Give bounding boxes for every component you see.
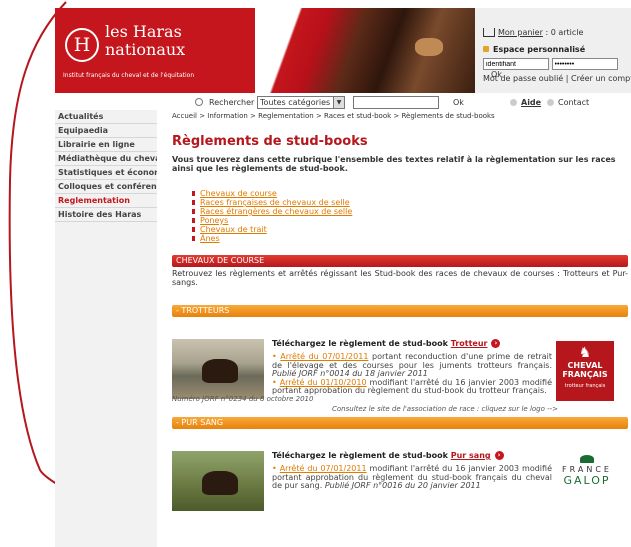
list-item: Ânes (192, 234, 628, 243)
pur-arrete-1-journal: Publié JORF n°0016 du 20 janvier 2011 (324, 481, 481, 491)
category-selected: Toutes catégories (260, 98, 331, 107)
logo-sub: trotteur français (564, 383, 606, 389)
horse-shape (202, 471, 238, 495)
trotteurs-section: Téléchargez le règlement de stud-book Tr… (172, 329, 628, 417)
pursang-download: Téléchargez le règlement de stud-book Pu… (272, 451, 504, 460)
contact-link[interactable]: Contact (547, 98, 589, 107)
anchor-races-etrangeres[interactable]: Races étrangères de chevaux de selle (200, 207, 352, 216)
page-title: Règlements de stud-books (172, 134, 368, 149)
brand-name: les Haras nationaux (105, 23, 185, 59)
account-links: Mot de passe oublié | Créer un compte (483, 74, 631, 83)
cart-icon (483, 28, 495, 37)
cart-count: : 0 article (545, 28, 584, 37)
search-ok-button[interactable]: Ok (453, 98, 464, 107)
espace-heading: Espace personnalisé (483, 45, 585, 54)
logo-line2: GALOP (563, 474, 611, 487)
sidebar-item-mediatheque[interactable]: Médiathèque du cheval (55, 152, 157, 166)
trot-journal-line: Numéro JORF n°0234 du 8 octobre 2010 (172, 395, 314, 403)
section-bar-pursang: - PUR SANG (172, 417, 628, 429)
logo-line1: FRANCE (562, 465, 612, 474)
espace-label: Espace personnalisé (493, 45, 586, 54)
list-item: Poneys (192, 216, 628, 225)
arrow-circle-icon[interactable]: › (494, 451, 504, 460)
header-horse-photo (255, 8, 475, 93)
category-select[interactable]: Toutes catégories ▼ (257, 96, 345, 109)
list-item: Races étrangères de chevaux de selle (192, 207, 628, 216)
aide-label: Aide (521, 98, 542, 107)
search-input[interactable] (353, 96, 439, 109)
pursang-download-link[interactable]: Pur sang (451, 451, 491, 460)
list-item: Races françaises de chevaux de selle (192, 198, 628, 207)
sidebar-item-histoire[interactable]: Histoire des Haras (55, 208, 157, 222)
brand-block[interactable]: H les Haras nationaux Institut français … (55, 8, 255, 93)
horse-head-shape (415, 38, 443, 56)
trotteur-text: • Arrêté du 07/01/2011 portant reconduct… (272, 352, 552, 396)
anchor-chevaux-course[interactable]: Chevaux de course (200, 189, 277, 198)
create-account-link[interactable]: Créer un compte (571, 74, 631, 83)
horse-shape (202, 359, 238, 383)
pursang-section: Téléchargez le règlement de stud-book Pu… (172, 441, 628, 529)
download-prefix: Téléchargez le règlement de stud-book (272, 339, 448, 348)
trot-site-line: Consultez le site de l'association de ra… (332, 405, 559, 413)
download-prefix: Téléchargez le règlement de stud-book (272, 451, 448, 460)
brand-tagline: Institut français du cheval et de l'équi… (63, 72, 195, 79)
jockey-icon (580, 455, 594, 463)
trotteur-photo (172, 339, 264, 399)
site-header: H les Haras nationaux Institut français … (55, 8, 631, 93)
separator: | (565, 74, 569, 83)
forgot-password-link[interactable]: Mot de passe oublié (483, 74, 563, 83)
sidebar-item-statistiques[interactable]: Statistiques et économie (55, 166, 157, 180)
trotteur-download-link[interactable]: Trotteur (451, 339, 488, 348)
help-icon (510, 99, 517, 106)
account-panel: Mon panier : 0 article Espace personnali… (475, 8, 631, 93)
anchor-anes[interactable]: Ânes (200, 234, 220, 243)
section-bar-chevaux-course: CHEVAUX DE COURSE (172, 255, 628, 267)
france-galop-logo[interactable]: FRANCE GALOP (556, 455, 618, 487)
chevron-down-icon: ▼ (333, 97, 344, 108)
contact-icon (547, 99, 554, 106)
page-intro: Vous trouverez dans cette rubrique l'ens… (172, 155, 616, 173)
cart-link[interactable]: Mon panier (498, 28, 543, 37)
list-item: Chevaux de course (192, 189, 628, 198)
search-bar: Rechercher Toutes catégories ▼ Ok Aide Co… (195, 96, 631, 110)
sidebar-nav: Actualités Equipaedia Librairie en ligne… (55, 110, 157, 547)
search-icon (195, 98, 203, 106)
sidebar-item-librairie[interactable]: Librairie en ligne (55, 138, 157, 152)
sidebar-filler (55, 222, 157, 547)
aide-link[interactable]: Aide (510, 98, 541, 107)
pursang-photo (172, 451, 264, 511)
anchor-poneys[interactable]: Poneys (200, 216, 228, 225)
cheval-francais-logo[interactable]: ♞ CHEVAL FRANÇAIS trotteur français (556, 341, 614, 401)
trotteur-download: Téléchargez le règlement de stud-book Tr… (272, 339, 501, 348)
courses-intro: Retrouvez les règlements et arrêtés régi… (172, 269, 628, 287)
sidebar-item-reglementation[interactable]: Reglementation (55, 194, 157, 208)
breadcrumb: Accueil > Information > Reglementation >… (172, 112, 495, 120)
horse-logo-icon: ♞ (578, 345, 592, 361)
main-content: Accueil > Information > Reglementation >… (172, 112, 628, 529)
cart: Mon panier : 0 article (483, 28, 583, 37)
anchor-list: Chevaux de course Races françaises de ch… (192, 189, 628, 243)
contact-label: Contact (558, 98, 590, 107)
anchor-races-francaises[interactable]: Races françaises de chevaux de selle (200, 198, 350, 207)
password-input[interactable] (551, 58, 618, 70)
brand-name-line2: nationaux (105, 40, 186, 59)
pursang-text: • Arrêté du 07/01/2011 modifiant l'arrêt… (272, 464, 552, 491)
search-label: Rechercher (209, 98, 255, 107)
brand-name-line1: les Haras (105, 22, 182, 41)
arrow-circle-icon[interactable]: › (491, 339, 501, 348)
lock-icon (483, 46, 489, 52)
list-item: Chevaux de trait (192, 225, 628, 234)
sidebar-item-colloques[interactable]: Colloques et conférences (55, 180, 157, 194)
sidebar-item-equipaedia[interactable]: Equipaedia (55, 124, 157, 138)
haras-logo: H (65, 28, 99, 62)
anchor-chevaux-trait[interactable]: Chevaux de trait (200, 225, 267, 234)
section-bar-trotteurs: - TROTTEURS (172, 305, 628, 317)
sidebar-item-actualites[interactable]: Actualités (55, 110, 157, 124)
logo-line2: FRANÇAIS (562, 370, 608, 379)
identifiant-input[interactable] (483, 58, 549, 70)
logo-line1: CHEVAL (567, 361, 603, 370)
